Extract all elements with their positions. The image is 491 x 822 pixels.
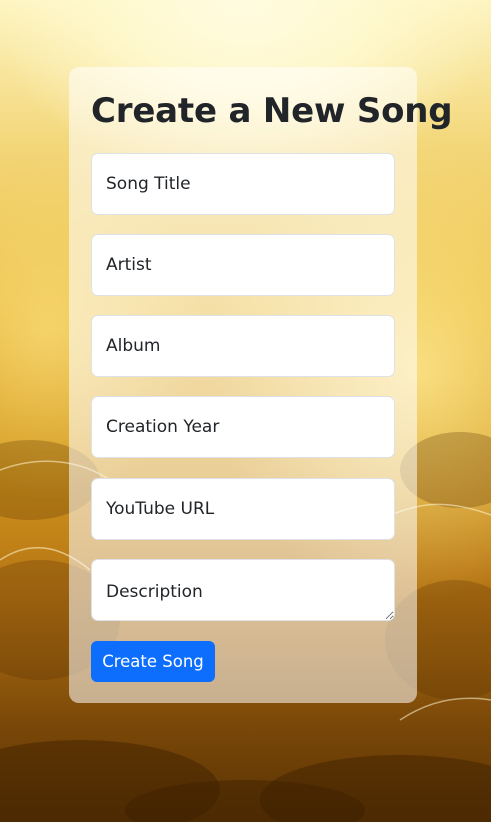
artist-input[interactable] <box>91 234 395 296</box>
youtube-url-input[interactable] <box>91 478 395 540</box>
creation-year-input[interactable] <box>91 396 395 458</box>
album-input[interactable] <box>91 315 395 377</box>
page-title: Create a New Song <box>91 91 453 131</box>
description-textarea[interactable] <box>91 559 395 621</box>
create-song-card: Create a New Song Create Song <box>69 67 453 703</box>
create-song-button[interactable]: Create Song <box>91 641 215 682</box>
song-title-input[interactable] <box>91 153 395 215</box>
